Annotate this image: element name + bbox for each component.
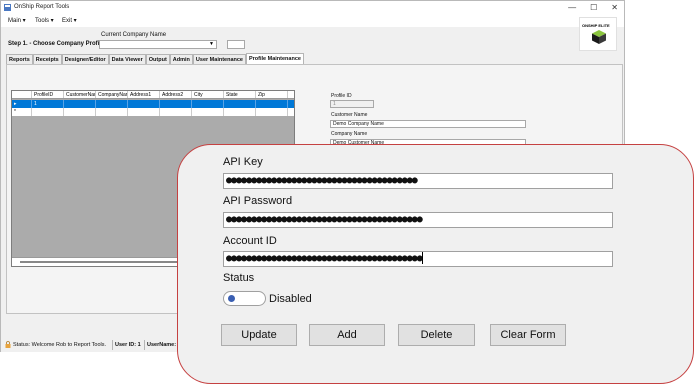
api-key-field[interactable]: ●●●●●●●●●●●●●●●●●●●●●●●●●●●●●●●●●●●●●● (223, 173, 613, 189)
table-cell[interactable] (192, 108, 224, 116)
column-header[interactable]: ProfileID (32, 91, 64, 98)
clear-form-button[interactable]: Clear Form (490, 324, 566, 346)
column-header[interactable]: Address2 (160, 91, 192, 98)
delete-button[interactable]: Delete (398, 324, 475, 346)
app-icon (4, 4, 11, 11)
zoomed-credentials-panel: API Key ●●●●●●●●●●●●●●●●●●●●●●●●●●●●●●●●… (177, 144, 694, 384)
onship-logo: ONSHIP ELITE (579, 17, 617, 51)
customer-name-field[interactable]: Demo Company Name (330, 120, 526, 128)
menu-tools[interactable]: Tools ▾ (35, 17, 54, 24)
table-cell[interactable] (160, 108, 192, 116)
row-marker: * (12, 108, 32, 116)
table-cell[interactable]: 1 (32, 100, 64, 108)
table-row[interactable]: * (12, 108, 294, 116)
table-cell[interactable] (64, 108, 96, 116)
chevron-down-icon: ▼ (209, 41, 214, 47)
table-cell[interactable] (64, 100, 96, 108)
table-cell[interactable] (224, 100, 256, 108)
column-header[interactable]: Zip (256, 91, 288, 98)
column-header[interactable]: State (224, 91, 256, 98)
api-password-label: API Password (223, 195, 293, 207)
table-cell[interactable] (256, 108, 288, 116)
window-title: OnShip Report Tools (14, 4, 70, 10)
menu-bar: Main ▾ Tools ▾ Exit ▾ (1, 15, 624, 27)
column-header[interactable]: CompanyNar (96, 91, 128, 98)
table-cell[interactable] (224, 108, 256, 116)
table-cell[interactable] (96, 100, 128, 108)
cube-icon (592, 30, 606, 44)
table-cell[interactable] (128, 108, 160, 116)
company-select[interactable]: ▼ (99, 40, 217, 49)
status-toggle[interactable] (223, 291, 266, 306)
table-cell[interactable] (32, 108, 64, 116)
column-header[interactable]: CustomerNar (64, 91, 96, 98)
title-bar: OnShip Report Tools — ☐ ✕ (1, 1, 624, 15)
logo-text: ONSHIP ELITE (582, 23, 610, 28)
tab-receipts[interactable]: Receipts (32, 54, 62, 64)
account-id-field[interactable]: ●●●●●●●●●●●●●●●●●●●●●●●●●●●●●●●●●●●●●●● (223, 251, 613, 267)
status-username: UserName: (147, 342, 177, 348)
lock-icon (5, 341, 11, 348)
menu-main[interactable]: Main ▾ (8, 17, 26, 24)
toggle-knob (228, 295, 235, 302)
tab-user-maintenance[interactable]: User Maintenance (192, 54, 246, 64)
menu-exit[interactable]: Exit ▾ (62, 17, 77, 24)
column-header[interactable]: City (192, 91, 224, 98)
close-button[interactable]: ✕ (611, 1, 618, 15)
add-button[interactable]: Add (309, 324, 385, 346)
tab-profile-maintenance[interactable]: Profile Maintenance (246, 53, 304, 64)
status-message: Status: Welcome Rob to Report Tools. (13, 342, 107, 348)
api-key-label: API Key (223, 156, 263, 168)
profile-id-field: 1 (330, 100, 374, 108)
table-row[interactable]: ▸ 1 (12, 100, 294, 108)
text-caret (421, 252, 423, 264)
grid-header: ProfileID CustomerNar CompanyNar Address… (12, 91, 294, 99)
row-marker: ▸ (12, 100, 32, 108)
table-cell[interactable] (256, 100, 288, 108)
company-name-label: Company Name (331, 131, 368, 137)
maximize-button[interactable]: ☐ (590, 1, 597, 15)
company-caption: Current Company Name (101, 32, 167, 38)
table-cell[interactable] (160, 100, 192, 108)
status-toggle-text: Disabled (269, 293, 312, 305)
api-password-field[interactable]: ●●●●●●●●●●●●●●●●●●●●●●●●●●●●●●●●●●●●●●● (223, 212, 613, 228)
table-cell[interactable] (128, 100, 160, 108)
table-cell[interactable] (96, 108, 128, 116)
account-id-label: Account ID (223, 235, 277, 247)
table-cell[interactable] (192, 100, 224, 108)
tab-reports[interactable]: Reports (6, 54, 33, 64)
tab-admin[interactable]: Admin (169, 54, 193, 64)
tab-designer-editor[interactable]: Designer/Editor (61, 54, 109, 64)
column-header[interactable]: Address1 (128, 91, 160, 98)
tab-output[interactable]: Output (145, 54, 170, 64)
update-button[interactable]: Update (221, 324, 297, 346)
step-label: Step 1. - Choose Company Profile (8, 41, 105, 47)
status-user-id: User ID: 1 (115, 342, 141, 348)
company-id-box[interactable] (227, 40, 245, 49)
profile-id-label: Profile ID (331, 93, 352, 99)
customer-name-label: Customer Name (331, 112, 368, 118)
minimize-button[interactable]: — (568, 1, 576, 15)
tab-data-viewer[interactable]: Data Viewer (108, 54, 146, 64)
status-label: Status (223, 272, 255, 284)
